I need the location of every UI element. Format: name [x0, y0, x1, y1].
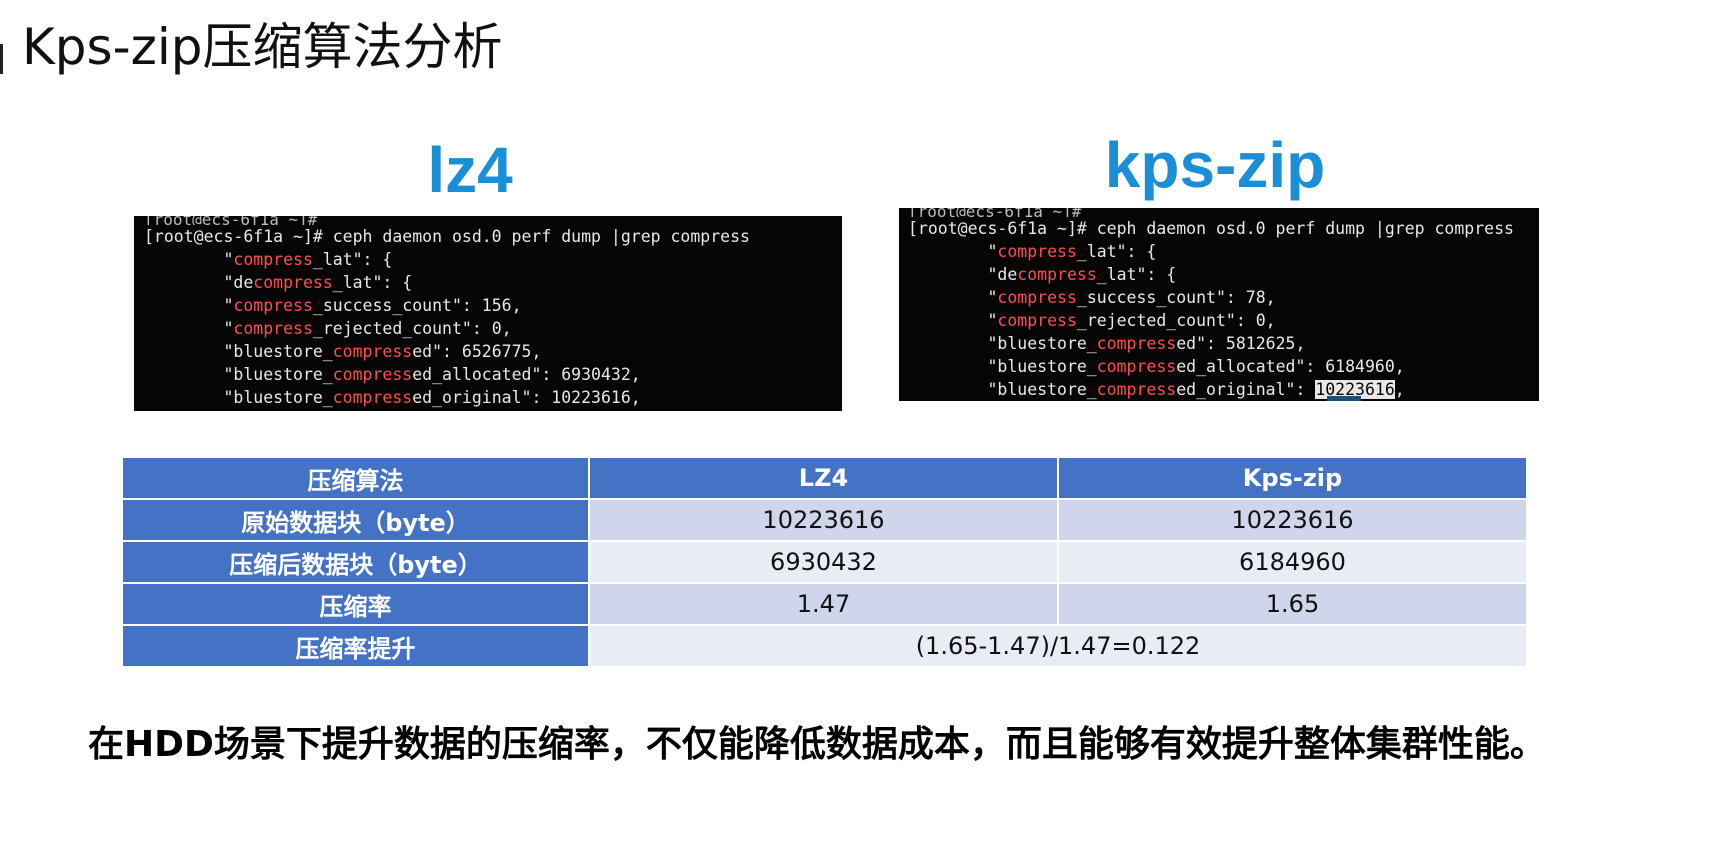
row-label-compression-ratio: 压缩率 — [123, 584, 590, 626]
terminal-line: "bluestore_compressed": 6526775, — [144, 340, 842, 363]
terminal-cut-line: [root@ecs-6f1a ~]# — [908, 208, 1539, 217]
terminal-line: "bluestore_compressed_original": 1022361… — [144, 386, 842, 409]
terminal-line: "bluestore_compressed_original": 1022361… — [908, 378, 1539, 401]
terminal-line: "compress_lat": { — [908, 240, 1539, 263]
kps-zip-terminal-output: [root@ecs-6f1a ~]# [root@ecs-6f1a ~]# ce… — [899, 208, 1539, 401]
keyword-highlight: compress — [233, 296, 313, 315]
terminal-text: ed_allocated": 6930432, — [412, 365, 641, 384]
terminal-text: ed": 6526775, — [412, 342, 542, 361]
terminal-line: "compress_rejected_count": 0, — [908, 309, 1539, 332]
terminal-text: ed_original": — [1176, 380, 1316, 399]
table-row: 原始数据块（byte） 10223616 10223616 — [123, 500, 1528, 542]
terminal-text: _success_count": 156, — [312, 296, 522, 315]
terminal-text: _lat": { — [312, 250, 393, 269]
terminal-line: "bluestore_extent_compress": 0, — [144, 409, 842, 411]
terminal-line: "decompress_lat": { — [144, 271, 842, 294]
compression-comparison-table: 压缩算法 LZ4 Kps-zip 原始数据块（byte） 10223616 10… — [123, 458, 1528, 668]
terminal-text: , — [1394, 380, 1405, 399]
slide-edge-mark — [0, 44, 3, 74]
keyword-highlight: compress — [997, 242, 1077, 261]
table-row: 压缩后数据块（byte） 6930432 6184960 — [123, 542, 1528, 584]
terminal-text: [root@ecs-6f1a ~]# ceph daemon osd.0 per… — [908, 219, 1514, 238]
keyword-highlight: compress — [1017, 265, 1097, 284]
header-cell-lz4: LZ4 — [590, 458, 1059, 500]
terminal-text: _success_count": 78, — [1076, 288, 1276, 307]
slide-title: Kps-zip压缩算法分析 — [22, 18, 503, 76]
terminal-body: [root@ecs-6f1a ~]# ceph daemon osd.0 per… — [908, 217, 1539, 401]
terminal-line: "compress_lat": { — [144, 248, 842, 271]
keyword-highlight: compress — [233, 250, 313, 269]
keyword-highlight: compress — [332, 365, 413, 384]
row-label-compressed-size: 压缩后数据块（byte） — [123, 542, 590, 584]
terminal-text: "bluestore_ — [144, 365, 333, 384]
terminal-text: " — [144, 296, 234, 315]
keyword-highlight: compress — [997, 311, 1077, 330]
terminal-line: "bluestore_compressed_allocated": 693043… — [144, 363, 842, 386]
terminal-text: "bluestore_ — [144, 342, 333, 361]
terminal-text: "de — [908, 265, 1018, 284]
terminal-text: " — [908, 242, 998, 261]
terminal-text: "bluestore_ — [908, 357, 1097, 376]
ratio-improvement-formula: (1.65-1.47)/1.47=0.122 — [590, 626, 1528, 668]
terminal-text: " — [144, 250, 234, 269]
keyword-highlight: compress — [332, 342, 413, 361]
terminal-line: "compress_rejected_count": 0, — [144, 317, 842, 340]
terminal-line: "bluestore_compressed_allocated": 618496… — [908, 355, 1539, 378]
footer-conclusion: 在HDD场景下提升数据的压缩率，不仅能降低数据成本，而且能够有效提升整体集群性能… — [88, 724, 1546, 765]
terminal-line: "compress_success_count": 156, — [144, 294, 842, 317]
lz4-terminal-output: [root@ecs-6f1a ~]# [root@ecs-6f1a ~]# ce… — [134, 216, 842, 411]
keyword-highlight: compress — [332, 388, 413, 407]
terminal-text: _rejected_count": 0, — [312, 319, 512, 338]
terminal-line: "bluestore_compressed": 5812625, — [908, 332, 1539, 355]
keyword-highlight: compress — [1096, 334, 1177, 353]
terminal-text: "bluestore_ — [908, 380, 1097, 399]
terminal-text: _lat": { — [1076, 242, 1157, 261]
terminal-line: [root@ecs-6f1a ~]# ceph daemon osd.0 per… — [908, 217, 1539, 240]
table-header-row: 压缩算法 LZ4 Kps-zip — [123, 458, 1528, 500]
terminal-cursor — [1327, 396, 1361, 401]
terminal-line: "decompress_lat": { — [908, 263, 1539, 286]
lz4-compressed-size: 6930432 — [590, 542, 1059, 584]
terminal-text: ed_allocated": 6184960, — [1176, 357, 1405, 376]
terminal-line: "compress_success_count": 78, — [908, 286, 1539, 309]
terminal-text: _lat": { — [1096, 265, 1177, 284]
terminal-cut-line: [root@ecs-6f1a ~]# — [144, 216, 842, 225]
terminal-text: "de — [144, 273, 254, 292]
lz4-compression-ratio: 1.47 — [590, 584, 1059, 626]
terminal-text: _lat": { — [332, 273, 413, 292]
table-row: 压缩率 1.47 1.65 — [123, 584, 1528, 626]
keyword-highlight: compress — [1096, 380, 1177, 399]
lz4-original-size: 10223616 — [590, 500, 1059, 542]
keyword-highlight: compress — [997, 288, 1077, 307]
terminal-text: ed_original": 10223616, — [412, 388, 641, 407]
terminal-text: " — [908, 311, 998, 330]
keyword-highlight: compress — [233, 319, 313, 338]
header-cell-kps-zip: Kps-zip — [1059, 458, 1528, 500]
table-row: 压缩率提升 (1.65-1.47)/1.47=0.122 — [123, 626, 1528, 668]
row-label-ratio-improvement: 压缩率提升 — [123, 626, 590, 668]
terminal-text: [root@ecs-6f1a ~]# ceph daemon osd.0 per… — [144, 227, 750, 246]
terminal-text: "bluestore_ — [908, 334, 1097, 353]
kps-zip-compression-ratio: 1.65 — [1059, 584, 1528, 626]
keyword-highlight: compress — [253, 273, 333, 292]
kps-zip-compressed-size: 6184960 — [1059, 542, 1528, 584]
row-label-original-size: 原始数据块（byte） — [123, 500, 590, 542]
kps-zip-heading: kps-zip — [1104, 129, 1326, 201]
lz4-heading: lz4 — [427, 134, 513, 206]
terminal-text: " — [144, 319, 234, 338]
keyword-highlight: compress — [1096, 357, 1177, 376]
terminal-text: "bluestore_ — [144, 388, 333, 407]
kps-zip-original-size: 10223616 — [1059, 500, 1528, 542]
terminal-line: [root@ecs-6f1a ~]# ceph daemon osd.0 per… — [144, 225, 842, 248]
terminal-text: " — [908, 288, 998, 307]
terminal-text: _rejected_count": 0, — [1076, 311, 1276, 330]
header-cell-algorithm: 压缩算法 — [123, 458, 590, 500]
terminal-text: ed": 5812625, — [1176, 334, 1306, 353]
terminal-body: [root@ecs-6f1a ~]# ceph daemon osd.0 per… — [144, 225, 842, 411]
